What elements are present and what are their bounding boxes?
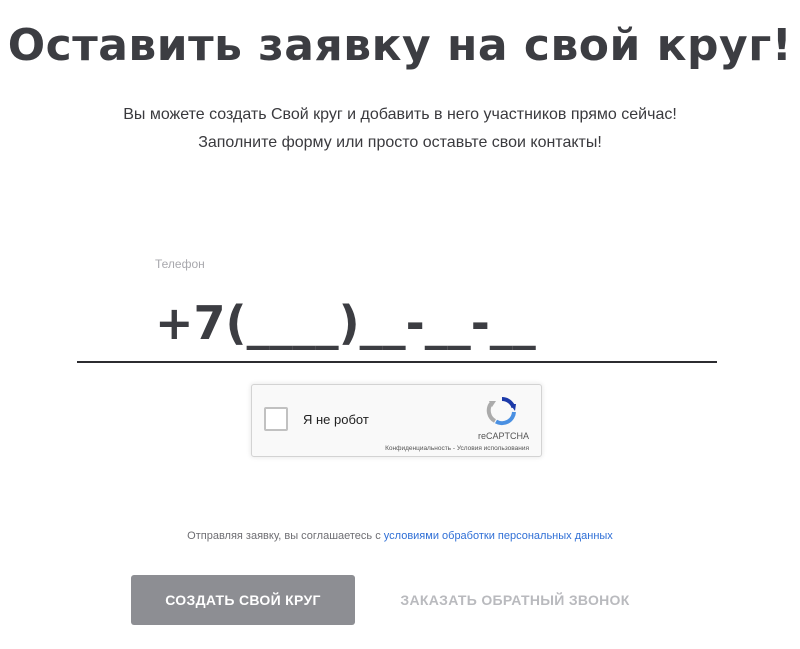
consent-link[interactable]: условиями обработки персональных данных bbox=[384, 530, 613, 542]
captcha-checkbox[interactable] bbox=[264, 407, 288, 431]
page-title: Оставить заявку на свой круг! bbox=[7, 20, 793, 71]
subtitle-line-2: Заполните форму или просто оставьте свои… bbox=[198, 134, 602, 151]
consent-prefix: Отправляя заявку, вы соглашаетесь с bbox=[187, 530, 384, 542]
recaptcha-widget: Я не робот reCAPTCHA Конфиденциальность … bbox=[251, 384, 542, 457]
captcha-brand: reCAPTCHA bbox=[477, 431, 529, 441]
subtitle-line-1: Вы можете создать Свой круг и добавить в… bbox=[123, 106, 677, 123]
captcha-terms-link[interactable]: Условия использования bbox=[457, 445, 529, 452]
captcha-links: Конфиденциальность - Условия использован… bbox=[385, 445, 529, 452]
recaptcha-icon bbox=[486, 396, 516, 426]
phone-input[interactable] bbox=[77, 285, 717, 363]
page: Оставить заявку на свой круг! Вы можете … bbox=[0, 0, 800, 649]
phone-label: Телефон bbox=[155, 257, 205, 271]
captcha-label: Я не робот bbox=[303, 412, 369, 427]
callback-request-button[interactable]: ЗАКАЗАТЬ ОБРАТНЫЙ ЗВОНОК bbox=[385, 575, 645, 625]
captcha-privacy-link[interactable]: Конфиденциальность bbox=[385, 445, 451, 452]
create-circle-button[interactable]: СОЗДАТЬ СВОЙ КРУГ bbox=[131, 575, 355, 625]
consent-text: Отправляя заявку, вы соглашаетесь с усло… bbox=[0, 530, 800, 542]
